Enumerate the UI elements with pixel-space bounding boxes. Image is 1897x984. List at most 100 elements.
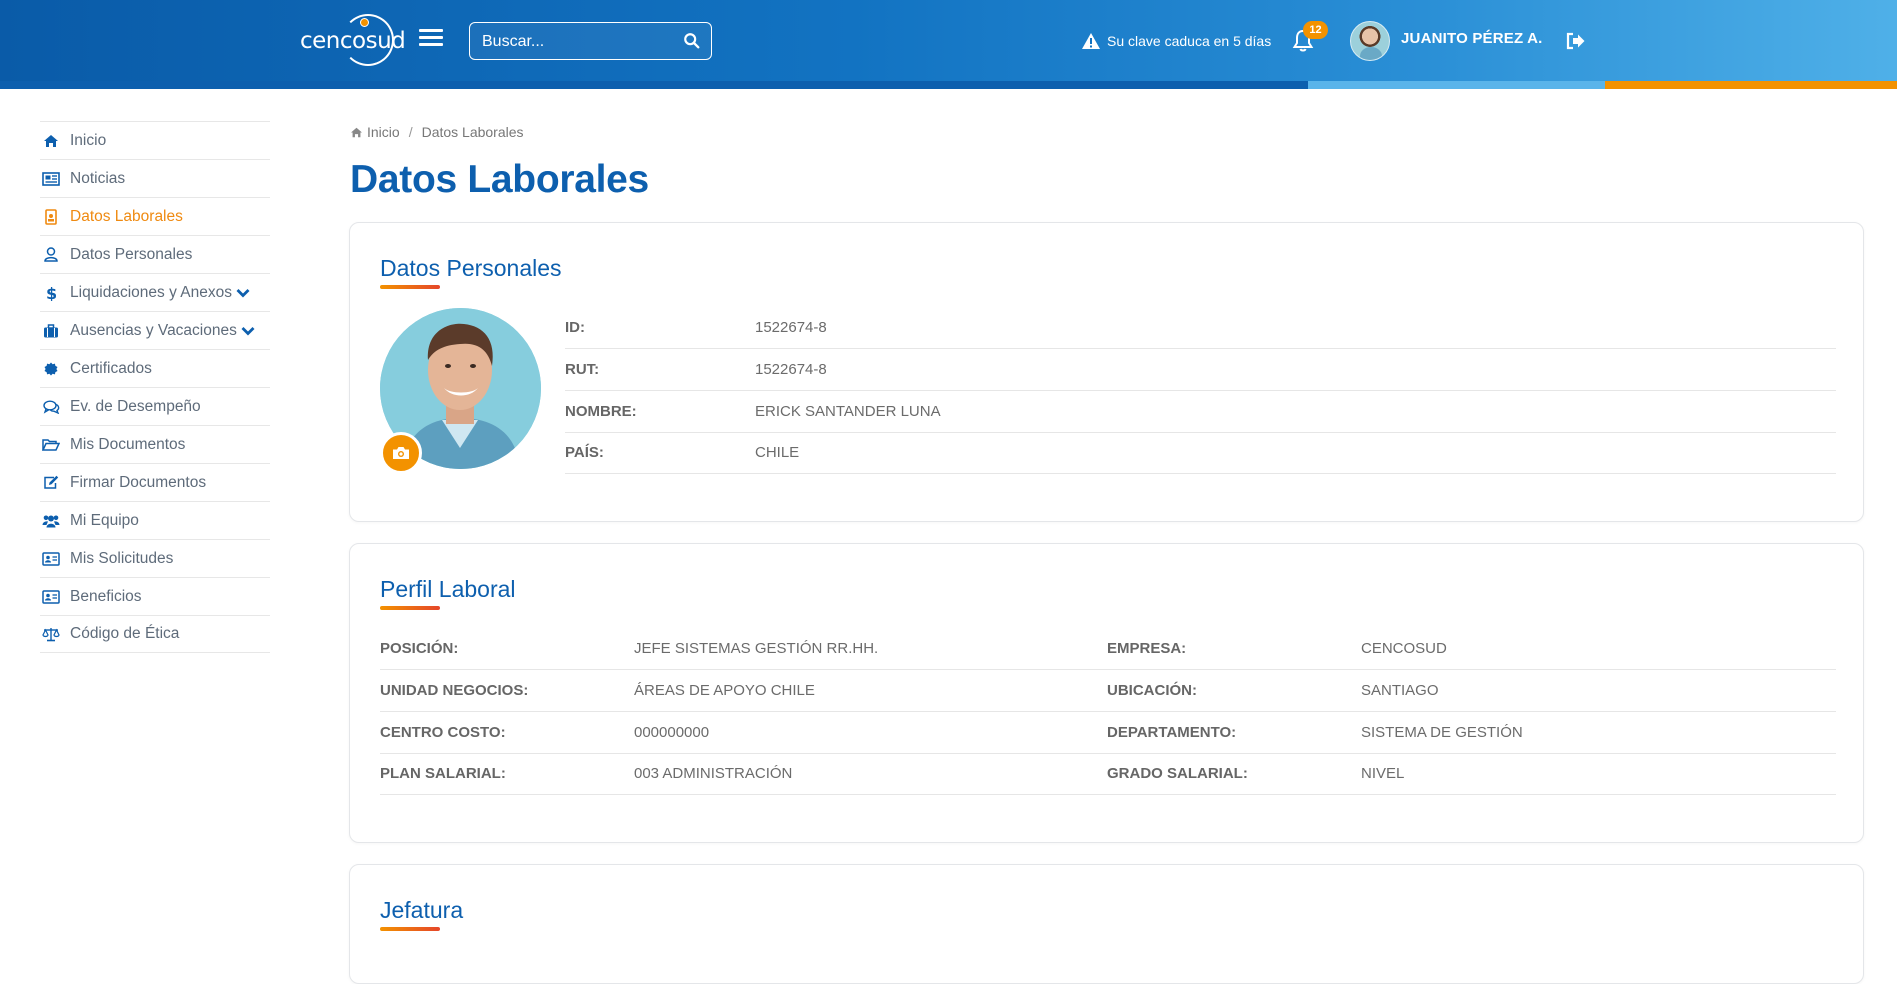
user-avatar[interactable] (1350, 21, 1390, 61)
breadcrumb: Inicio / Datos Laborales (350, 124, 524, 140)
newspaper-icon (42, 171, 60, 187)
password-warning-text: Su clave caduca en 5 días (1107, 33, 1272, 49)
sidebar-item-label: Datos Laborales (70, 207, 183, 225)
logo-text: cencosud (300, 28, 406, 54)
logo-dot (360, 18, 369, 27)
change-photo-button[interactable] (380, 432, 422, 474)
field-label: RUT: (565, 361, 600, 378)
card-title: Jefatura (380, 897, 464, 923)
password-warning: Su clave caduca en 5 días (1081, 30, 1271, 52)
breadcrumb-separator: / (408, 124, 413, 140)
card-title-underline (380, 606, 440, 610)
sidebar-item-label: Certificados (70, 359, 152, 377)
sidebar-item-inicio[interactable]: Inicio (40, 121, 270, 159)
sidebar-item-ev-desempeno[interactable]: Ev. de Desempeño (40, 387, 270, 425)
work-field-row: CENTRO COSTO: 000000000 (380, 712, 1107, 754)
users-icon (42, 513, 60, 529)
warning-icon (1082, 33, 1100, 49)
field-label: PLAN SALARIAL: (380, 765, 506, 782)
home-icon (351, 127, 362, 137)
breadcrumb-home-link[interactable]: Inicio (367, 124, 400, 140)
cencosud-logo[interactable]: cencosud (300, 14, 406, 66)
field-label: PAÍS: (565, 444, 604, 461)
sidebar-item-label: Ausencias y Vacaciones (70, 321, 237, 339)
work-field-row: DEPARTAMENTO: SISTEMA DE GESTIÓN (1107, 712, 1836, 754)
personal-field-row: NOMBRE: ERICK SANTANDER LUNA (565, 391, 1836, 433)
chevron-down-icon[interactable] (241, 326, 255, 336)
sidebar-item-datos-personales[interactable]: Datos Personales (40, 235, 270, 273)
sidebar-item-label: Liquidaciones y Anexos (70, 283, 233, 301)
header-color-stripe (0, 81, 1897, 89)
hamburger-menu-icon[interactable] (419, 29, 443, 51)
field-label: CENTRO COSTO: (380, 724, 506, 741)
sidebar-item-label: Inicio (70, 131, 107, 149)
sidebar-item-mi-equipo[interactable]: Mi Equipo (40, 501, 270, 539)
field-label: POSICIÓN: (380, 640, 459, 657)
sidebar-item-label: Código de Ética (70, 625, 180, 642)
field-label: NOMBRE: (565, 403, 637, 420)
field-value: JEFE SISTEMAS GESTIÓN RR.HH. (634, 640, 879, 657)
work-field-row: PLAN SALARIAL: 003 ADMINISTRACIÓN (380, 753, 1107, 795)
chevron-down-icon[interactable] (236, 288, 250, 298)
personal-field-row: RUT: 1522674-8 (565, 349, 1836, 391)
suitcase-icon (42, 323, 60, 339)
search-icon[interactable] (683, 32, 701, 50)
user-name[interactable]: JUANITO PÉREZ A. (1401, 30, 1543, 47)
id-card-icon (42, 551, 60, 567)
sidebar-item-certificados[interactable]: Certificados (40, 349, 270, 387)
sidebar-item-label: Datos Personales (70, 245, 193, 263)
page-title: Datos Laborales (350, 158, 649, 201)
sidebar-item-datos-laborales[interactable]: Datos Laborales (40, 197, 270, 235)
field-label: UBICACIÓN: (1107, 682, 1197, 699)
work-field-row: EMPRESA: CENCOSUD (1107, 628, 1836, 670)
field-label: GRADO SALARIAL: (1107, 765, 1248, 782)
field-label: DEPARTAMENTO: (1107, 724, 1237, 741)
sidebar-item-liquidaciones[interactable]: $ Liquidaciones y Anexos (40, 273, 270, 311)
folder-open-icon (42, 437, 60, 453)
work-profile-card: Perfil Laboral POSICIÓN: JEFE SISTEMAS G… (349, 543, 1864, 843)
sidebar-item-noticias[interactable]: Noticias (40, 159, 270, 197)
boss-card: Jefatura (349, 864, 1864, 984)
svg-text:$: $ (46, 285, 56, 301)
work-field-row: UBICACIÓN: SANTIAGO (1107, 670, 1836, 712)
sidebar-item-beneficios[interactable]: Beneficios (40, 577, 270, 615)
sidebar-item-codigo-etica[interactable]: Código de Ética (40, 615, 270, 653)
sidebar-item-label: Firmar Documentos (70, 473, 207, 491)
field-label: ID: (565, 319, 585, 336)
search-input[interactable] (482, 31, 672, 53)
user-icon (42, 247, 60, 263)
certificate-icon (42, 361, 60, 377)
home-icon (42, 133, 60, 149)
field-label: UNIDAD NEGOCIOS: (380, 682, 529, 699)
personal-field-row: ID: 1522674-8 (565, 307, 1836, 349)
sidebar-item-label: Mis Solicitudes (70, 549, 174, 567)
field-value: 000000000 (634, 724, 710, 741)
logout-icon[interactable] (1566, 32, 1586, 50)
notification-badge: 12 (1303, 21, 1328, 39)
search-box (469, 22, 712, 60)
balance-scale-icon (42, 626, 60, 642)
field-value: ERICK SANTANDER LUNA (755, 403, 941, 420)
id-card-icon (42, 589, 60, 605)
sidebar-item-mis-solicitudes[interactable]: Mis Solicitudes (40, 539, 270, 577)
field-value: SANTIAGO (1361, 682, 1439, 699)
work-field-row: UNIDAD NEGOCIOS: ÁREAS DE APOYO CHILE (380, 670, 1107, 712)
field-value: ÁREAS DE APOYO CHILE (634, 682, 815, 699)
comments-icon (42, 399, 60, 415)
sidebar-item-label: Noticias (70, 169, 126, 187)
edit-icon (42, 475, 60, 491)
field-value: CHILE (755, 444, 800, 461)
badge-icon (42, 208, 60, 225)
card-title: Datos Personales (380, 255, 562, 281)
sidebar-nav: Inicio Noticias Datos Laborales Datos Pe… (40, 121, 270, 653)
sidebar-item-firmar-documentos[interactable]: Firmar Documentos (40, 463, 270, 501)
field-value: 003 ADMINISTRACIÓN (634, 765, 793, 782)
field-value: 1522674-8 (755, 319, 827, 336)
card-title-underline (380, 285, 440, 289)
field-label: EMPRESA: (1107, 640, 1187, 657)
sidebar-item-ausencias[interactable]: Ausencias y Vacaciones (40, 311, 270, 349)
breadcrumb-current: Datos Laborales (421, 124, 524, 140)
sidebar-item-label: Beneficios (70, 587, 142, 605)
field-value: SISTEMA DE GESTIÓN (1361, 724, 1523, 741)
sidebar-item-mis-documentos[interactable]: Mis Documentos (40, 425, 270, 463)
